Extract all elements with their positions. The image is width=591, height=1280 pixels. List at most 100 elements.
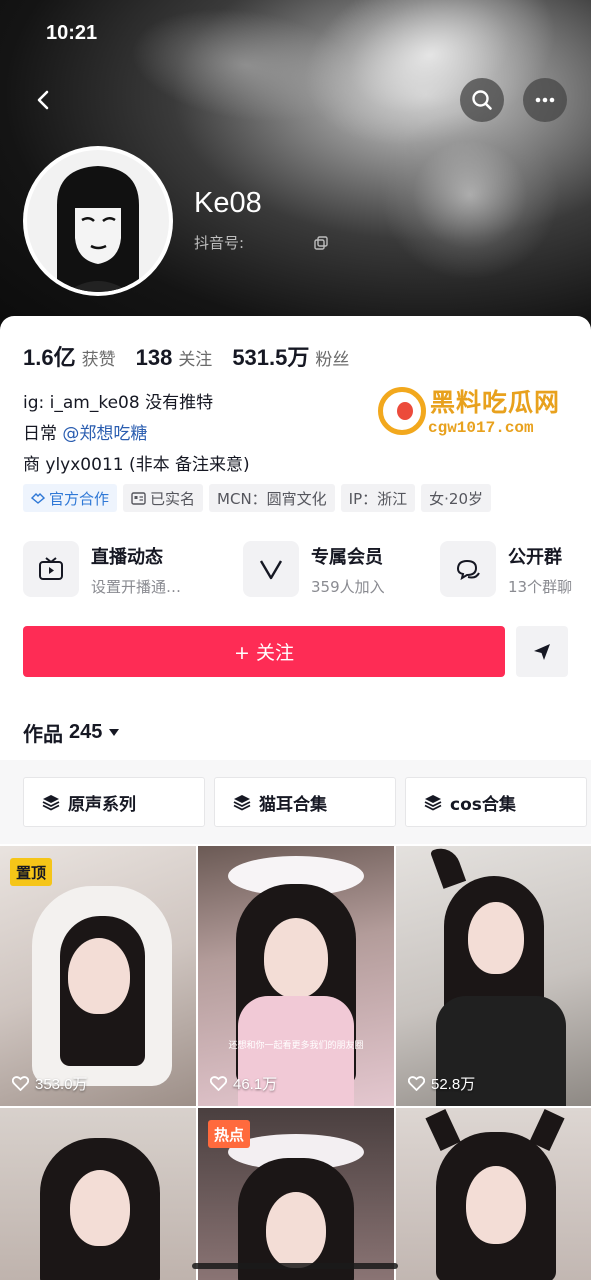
video-likes-count: 353.0万 — [35, 1076, 88, 1093]
likes-label: 获赞 — [81, 350, 116, 370]
avatar[interactable] — [23, 146, 173, 296]
video-thumbnail[interactable]: 52.8万 — [396, 846, 591, 1106]
video-thumbnail[interactable]: 置顶 353.0万 — [0, 846, 196, 1106]
follow-button[interactable]: + 关注 — [23, 626, 505, 677]
tag-gender-age: 女·20岁 — [421, 484, 492, 512]
share-button[interactable] — [516, 626, 568, 677]
profile-bio: ig: i_am_ke08 没有推特 日常 @郑想吃糖 商 ylyx0011 (… — [23, 388, 250, 481]
video-thumbnail[interactable]: 还想和你一起看更多我们的朋友圈 46.1万 — [198, 846, 394, 1106]
video-likes-count: 52.8万 — [431, 1076, 476, 1093]
collection-label: 猫耳合集 — [259, 794, 327, 815]
send-icon — [534, 643, 550, 660]
v-member-icon — [259, 560, 283, 580]
collection-item[interactable]: 猫耳合集 — [214, 777, 396, 827]
profile-tags: 官方合作 已实名 MCN：圆宵文化 IP：浙江 女·20岁 — [23, 484, 492, 512]
layers-icon — [233, 795, 251, 811]
id-card-icon — [131, 491, 146, 505]
watermark-url: cgw1017.com — [428, 419, 534, 437]
collection-item[interactable]: 原声系列 — [23, 777, 205, 827]
banner-photo-shape — [380, 110, 560, 280]
bio-mention-link[interactable]: @郑想吃糖 — [62, 424, 147, 444]
layers-icon — [42, 795, 60, 811]
search-button[interactable] — [460, 78, 504, 122]
back-arrow-icon — [37, 90, 49, 110]
video-likes-count: 46.1万 — [233, 1076, 278, 1093]
caret-down-icon — [109, 728, 120, 736]
chat-bubble-icon — [456, 559, 480, 581]
works-count: 245 — [69, 721, 103, 743]
collection-item[interactable]: cos合集 — [405, 777, 587, 827]
video-thumbnail[interactable] — [396, 1108, 591, 1280]
bio-line: ig: i_am_ke08 没有推特 — [23, 393, 214, 413]
back-button[interactable] — [22, 78, 66, 122]
search-icon — [472, 90, 492, 110]
video-thumbnail[interactable] — [0, 1108, 196, 1280]
feature-subtitle: 13个群聊 — [508, 578, 573, 596]
tag-official-cooperation[interactable]: 官方合作 — [23, 484, 118, 512]
tv-icon — [39, 557, 63, 580]
layers-icon — [424, 795, 442, 811]
thumb-shape — [468, 902, 524, 974]
heart-icon — [210, 1076, 227, 1091]
pinned-badge: 置顶 — [10, 858, 53, 886]
tag-label: 已实名 — [150, 489, 196, 508]
home-indicator — [192, 1263, 398, 1269]
cooperation-icon — [31, 493, 45, 504]
video-likes: 353.0万 — [12, 1073, 88, 1094]
profile-stats: 1.6亿 获赞 138 关注 531.5万 粉丝 — [23, 340, 369, 372]
collection-label: 原声系列 — [68, 794, 136, 815]
hot-badge: 热点 — [208, 1120, 251, 1148]
tag-label: 女·20岁 — [429, 489, 484, 508]
more-dots-icon — [535, 97, 555, 103]
thumb-shape — [429, 846, 467, 889]
tag-label: IP：浙江 — [348, 489, 408, 508]
feature-subtitle: 设置开播通… — [91, 578, 182, 596]
collections-bar: 原声系列 猫耳合集 cos合集 — [0, 760, 591, 844]
followers-label[interactable]: 粉丝 — [315, 345, 349, 370]
video-likes: 46.1万 — [210, 1073, 277, 1094]
feature-row: 直播动态 设置开播通… 专属会员 359人加入 公开群 13个群聊 — [23, 541, 583, 599]
watermark-logo-icon — [378, 387, 426, 435]
followers-count[interactable]: 531.5万 — [232, 340, 309, 372]
feature-title: 专属会员 — [311, 547, 383, 568]
heart-icon — [12, 1076, 29, 1091]
thumb-shape — [466, 1166, 526, 1244]
feature-membership[interactable]: 专属会员 359人加入 — [243, 541, 385, 597]
bio-line: 商 ylyx0011 (非本 备注来意) — [23, 455, 250, 475]
feature-icon-box — [440, 541, 496, 597]
video-thumbnail[interactable]: 热点 — [198, 1108, 394, 1280]
feature-group-chat[interactable]: 公开群 13个群聊 — [440, 541, 572, 597]
following-count[interactable]: 138 — [136, 345, 173, 371]
video-grid: 置顶 353.0万 还想和你一起看更多我们的朋友圈 46.1万 52.8万 热点 — [0, 846, 591, 1280]
thumb-shape — [70, 1170, 130, 1246]
bio-line: 日常 @郑想吃糖 — [23, 419, 250, 450]
following-label[interactable]: 关注 — [178, 345, 212, 370]
feature-icon-box — [243, 541, 299, 597]
tag-ip: IP：浙江 — [340, 484, 416, 512]
thumb-shape — [264, 918, 328, 998]
collection-label: cos合集 — [450, 794, 516, 815]
tag-label: MCN：圆宵文化 — [217, 489, 327, 508]
watermark-title: 黑料吃瓜网 — [430, 388, 561, 417]
more-button[interactable] — [523, 78, 567, 122]
video-caption: 还想和你一起看更多我们的朋友圈 — [228, 1041, 364, 1051]
video-likes: 52.8万 — [408, 1073, 475, 1094]
feature-icon-box — [23, 541, 79, 597]
works-tab[interactable]: 作品 245 — [23, 718, 120, 747]
heart-icon — [408, 1076, 425, 1091]
douyin-id[interactable]: 抖音号: — [194, 232, 328, 253]
thumb-shape — [68, 938, 130, 1014]
feature-title: 直播动态 — [91, 547, 163, 568]
profile-name: Ke08 — [194, 187, 262, 219]
tag-label: 官方合作 — [49, 489, 110, 508]
tag-mcn: MCN：圆宵文化 — [209, 484, 335, 512]
feature-title: 公开群 — [508, 547, 562, 568]
copy-icon[interactable] — [314, 235, 328, 250]
douyin-id-label: 抖音号: — [194, 234, 245, 252]
status-bar-time: 10:21 — [46, 22, 98, 44]
feature-live[interactable]: 直播动态 设置开播通… — [23, 541, 181, 597]
tag-verified[interactable]: 已实名 — [123, 484, 204, 512]
avatar-image — [27, 150, 169, 292]
likes-count: 1.6亿 — [23, 345, 76, 370]
bio-text: 日常 — [23, 424, 63, 444]
